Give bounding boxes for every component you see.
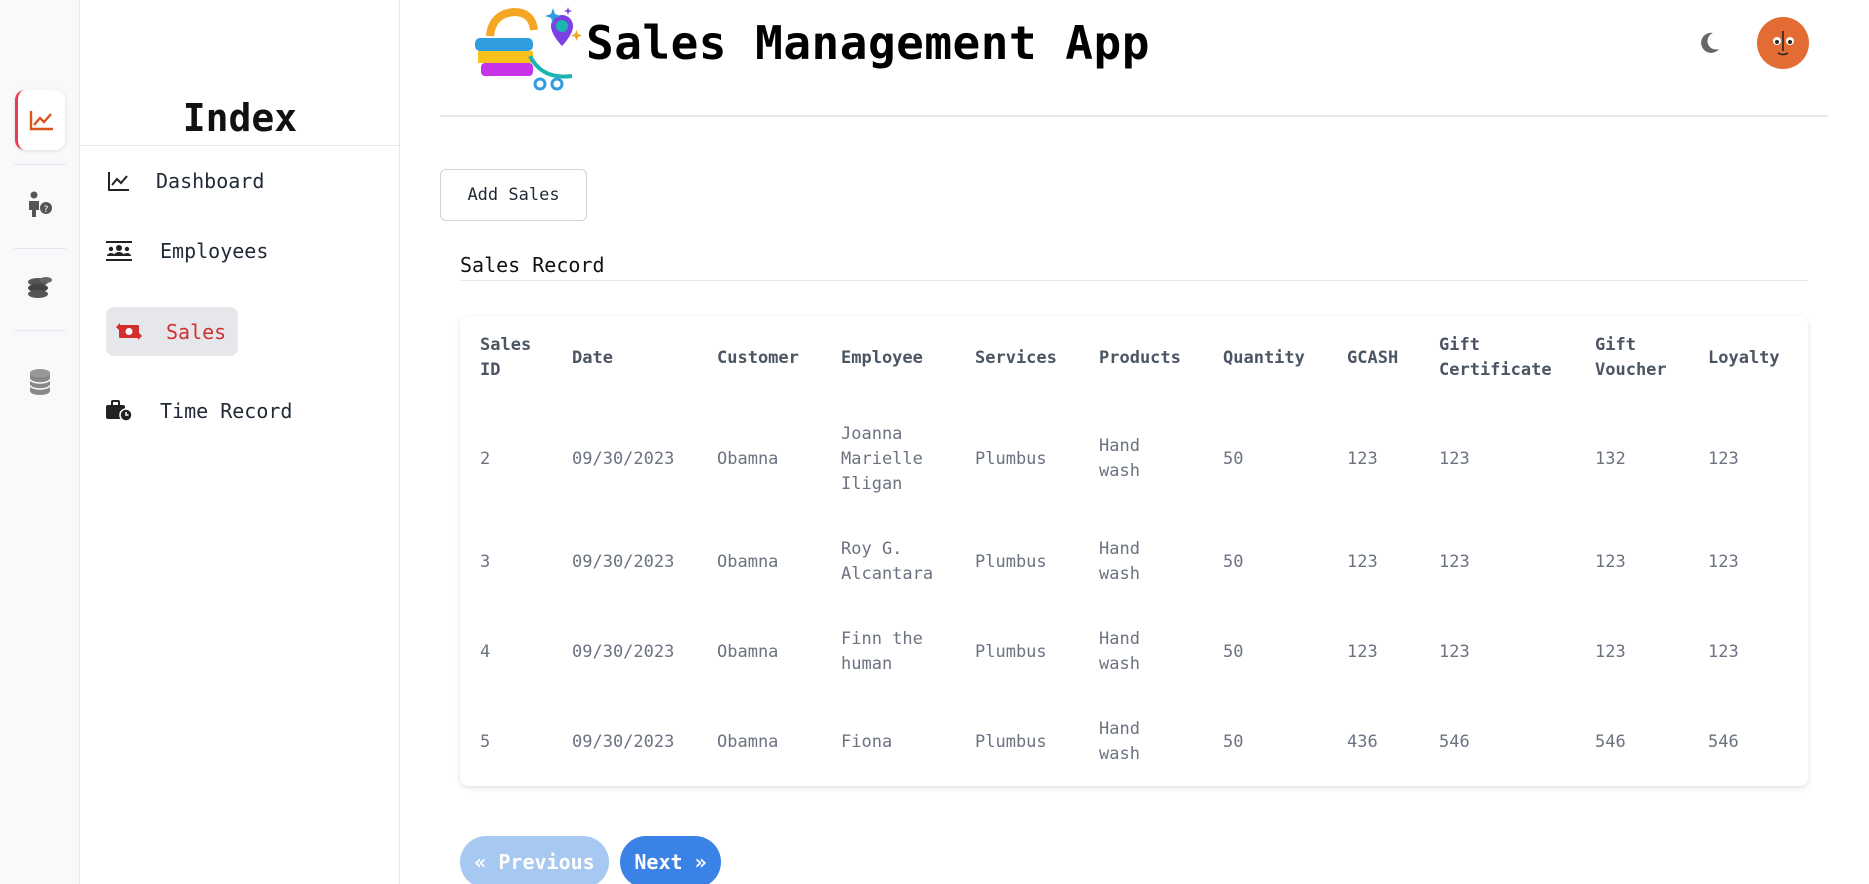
table-cell: Obamna (717, 642, 779, 662)
column-header: Gift Certificate (1439, 335, 1552, 380)
column-header: Products (1099, 348, 1181, 368)
sidebar-item-label: Employees (160, 239, 269, 263)
column-header: Employee (841, 348, 923, 368)
add-sales-button[interactable]: Add Sales (440, 169, 587, 221)
column-header: Date (572, 348, 613, 368)
table-cell: 123 (1347, 449, 1378, 469)
moon-icon[interactable] (1696, 30, 1722, 56)
column-header: Services (975, 348, 1057, 368)
table-cell: 09/30/2023 (572, 449, 675, 469)
table-cell: Roy G. Alcantara (841, 539, 934, 584)
coins-icon (28, 277, 52, 298)
table-cell: 123 (1439, 449, 1470, 469)
table-cell: Hand wash (1099, 629, 1140, 674)
rail-employees-button[interactable]: ? (15, 174, 65, 234)
svg-text:?: ? (44, 205, 49, 215)
money-exchange-icon (114, 320, 144, 344)
table-cell: 123 (1708, 642, 1739, 662)
column-header: Sales ID (480, 335, 532, 380)
sidebar-item-label: Sales (166, 319, 227, 344)
table-cell: Obamna (717, 732, 779, 752)
header-divider (440, 115, 1828, 117)
icon-rail: ? (0, 0, 80, 884)
table-cell: Joanna Marielle Iligan (841, 424, 923, 494)
table-cell: 3 (480, 552, 491, 572)
sidebar-item-dashboard[interactable]: Dashboard (104, 168, 264, 194)
sales-table: Sales ID Date Customer Employee Services… (460, 316, 1808, 786)
rail-divider (14, 164, 66, 165)
rail-divider (14, 330, 66, 331)
avatar[interactable] (1757, 17, 1809, 69)
section-title: Sales Record (460, 253, 605, 277)
table-cell: 50 (1223, 552, 1244, 572)
table-cell: Plumbus (975, 642, 1047, 662)
app-title: Sales Management App (586, 16, 1150, 70)
table-cell: 123 (1708, 552, 1739, 572)
table-cell: Fiona (841, 732, 893, 752)
table-cell: 50 (1223, 642, 1244, 662)
table-cell: Plumbus (975, 449, 1047, 469)
table-cell: Hand wash (1099, 539, 1140, 584)
column-header: Customer (717, 348, 799, 368)
chart-line-icon (29, 111, 53, 131)
rail-database-button[interactable] (15, 352, 65, 412)
table-cell: 09/30/2023 (572, 732, 675, 752)
table-cell: 123 (1439, 552, 1470, 572)
column-header: Quantity (1223, 348, 1305, 368)
previous-page-button[interactable]: « Previous (460, 836, 609, 884)
app-logo (475, 7, 582, 91)
sidebar-item-sales[interactable]: Sales (106, 307, 238, 356)
table-cell: Plumbus (975, 732, 1047, 752)
table-cell: 50 (1223, 732, 1244, 752)
table-cell: 546 (1595, 732, 1626, 752)
rail-divider (14, 248, 66, 249)
database-icon (29, 369, 51, 395)
sidebar-item-label: Time Record (160, 399, 293, 423)
column-header: Gift Voucher (1595, 335, 1667, 380)
sidebar-item-employees[interactable]: Employees (104, 238, 268, 264)
section-divider (460, 280, 1808, 281)
table-cell: 2 (480, 449, 491, 469)
rail-dashboard-button[interactable] (15, 90, 65, 150)
table-cell: 546 (1439, 732, 1470, 752)
sidebar: Index Dashboard Employees Sales Time Rec… (80, 0, 400, 884)
table-cell: Hand wash (1099, 719, 1140, 764)
table-cell: 123 (1347, 552, 1378, 572)
table-cell: 123 (1595, 552, 1626, 572)
table-cell: 123 (1347, 642, 1378, 662)
chart-line-icon (104, 169, 134, 193)
table-cell: Obamna (717, 449, 779, 469)
rail-sales-button[interactable] (15, 258, 65, 318)
table-cell: 123 (1595, 642, 1626, 662)
sidebar-divider (80, 145, 400, 146)
table-cell: Obamna (717, 552, 779, 572)
users-icon (104, 239, 134, 263)
table-cell: 50 (1223, 449, 1244, 469)
sidebar-item-time-record[interactable]: Time Record (104, 398, 292, 424)
table-cell: Plumbus (975, 552, 1047, 572)
table-cell: 09/30/2023 (572, 642, 675, 662)
column-header: GCASH (1347, 348, 1399, 368)
next-page-button[interactable]: Next » (620, 836, 721, 884)
table-cell: 123 (1439, 642, 1470, 662)
table-cell: 123 (1708, 449, 1739, 469)
table-cell: Finn the human (841, 629, 923, 674)
table-cell: 132 (1595, 449, 1626, 469)
column-header: Loyalty (1708, 348, 1780, 368)
sidebar-item-label: Dashboard (156, 169, 265, 193)
table-cell: 5 (480, 732, 491, 752)
table-cell: 546 (1708, 732, 1739, 752)
briefcase-clock-icon (104, 399, 134, 423)
table-cell: 09/30/2023 (572, 552, 675, 572)
person-help-icon: ? (29, 191, 52, 217)
table-cell: Hand wash (1099, 436, 1140, 481)
table-cell: 4 (480, 642, 491, 662)
sidebar-title: Index (182, 96, 298, 140)
table-cell: 436 (1347, 732, 1378, 752)
